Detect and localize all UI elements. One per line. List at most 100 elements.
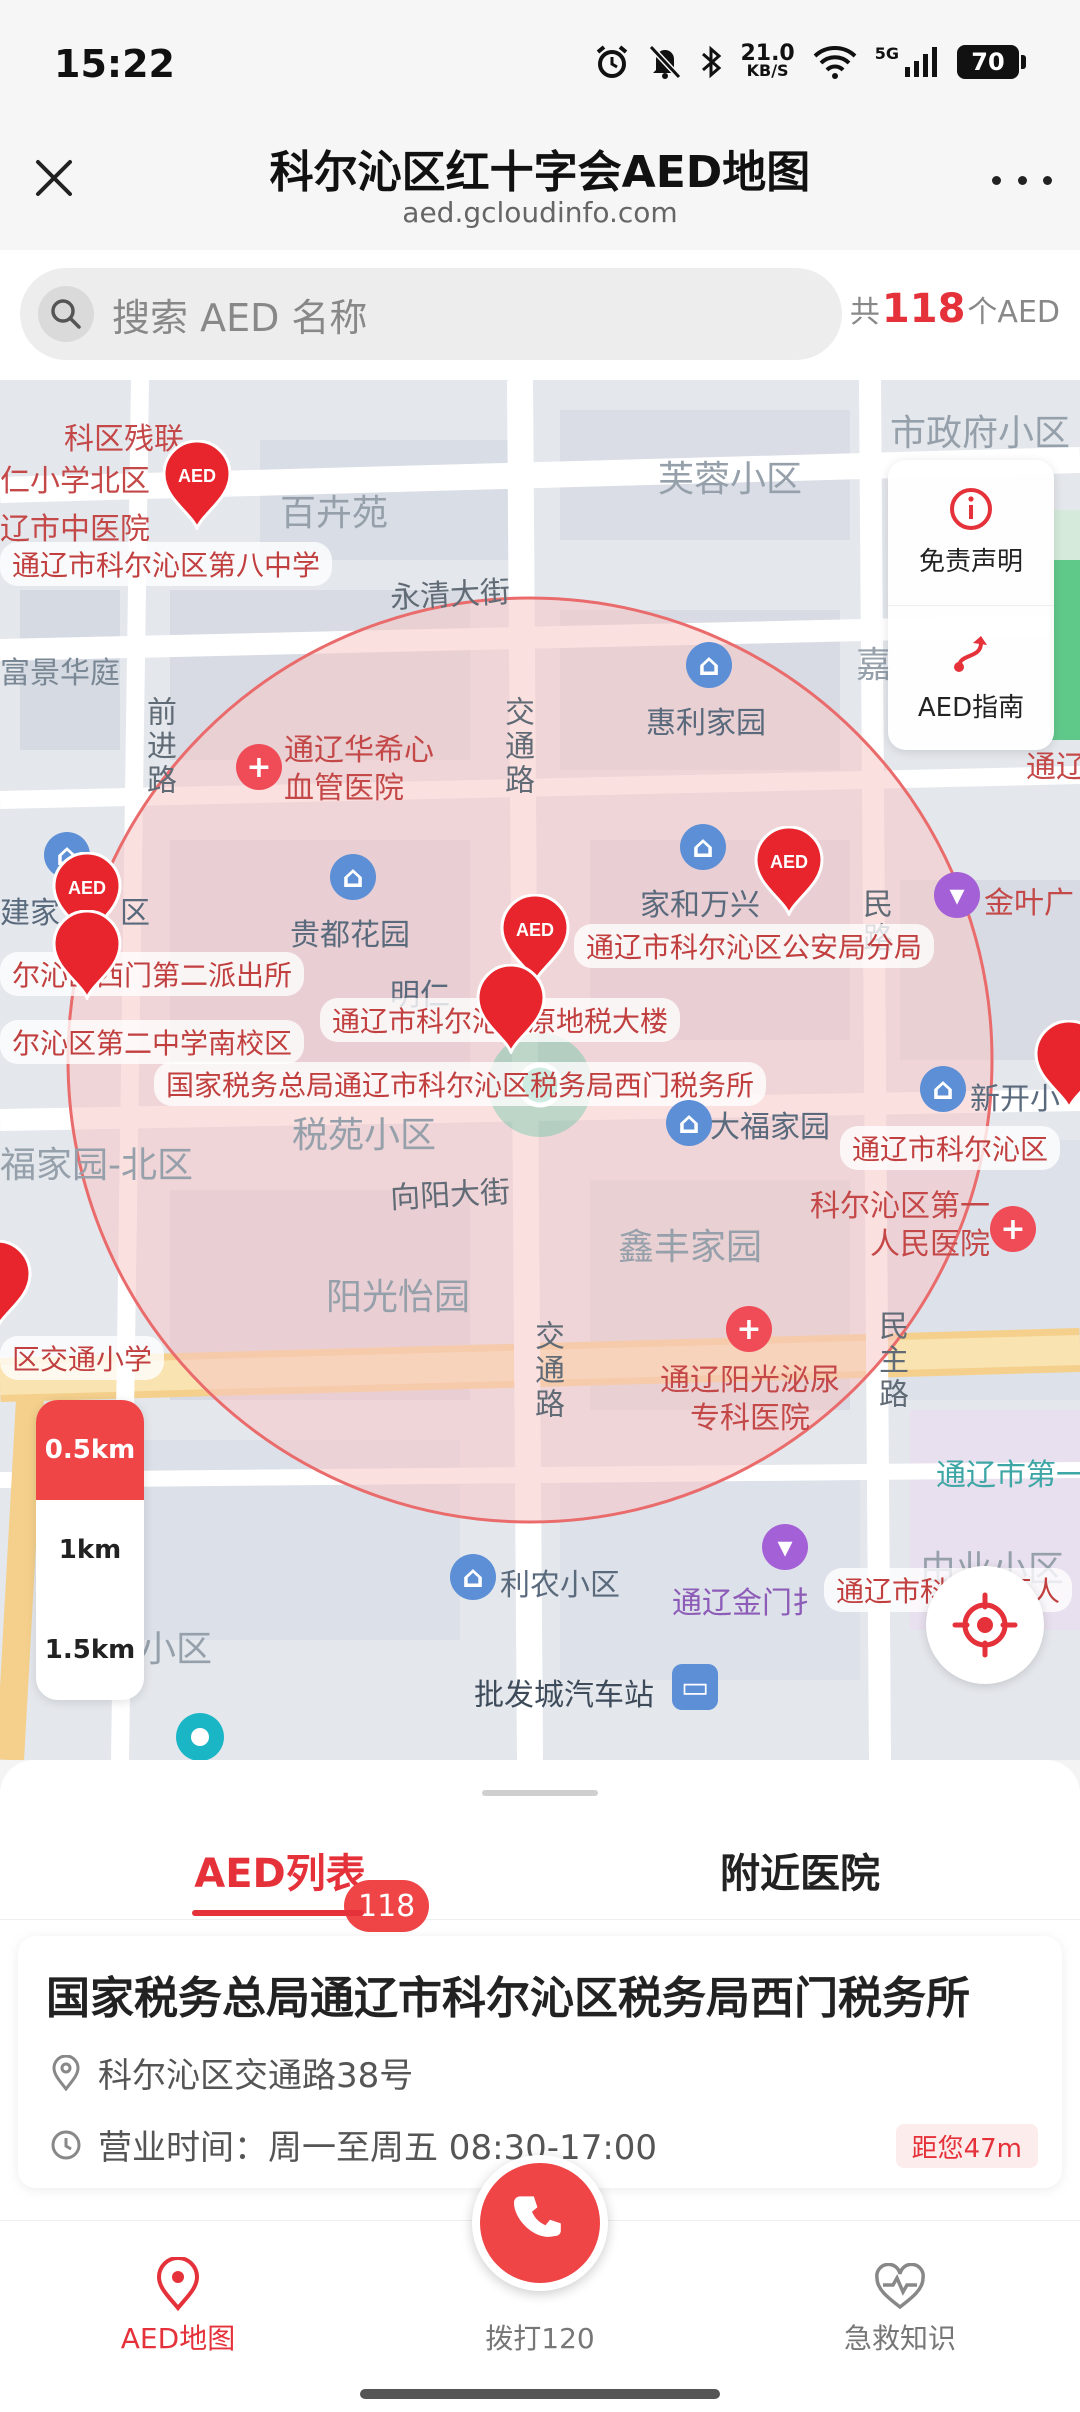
shop-icon: ▾ bbox=[762, 1524, 808, 1570]
map-label: 嘉 bbox=[856, 645, 893, 686]
map-road-label: 交通路 bbox=[499, 696, 534, 798]
aed-count-badge: 118 bbox=[344, 1880, 430, 1932]
tab-nearby-hospitals[interactable]: 附近医院 bbox=[700, 1820, 900, 1920]
poi-residential-icon: ⌂ bbox=[450, 1554, 496, 1600]
aed-guide-button[interactable]: AED指南 bbox=[888, 605, 1054, 750]
map-label: 鑫丰家园 bbox=[618, 1227, 763, 1268]
map-label: 利农小区 bbox=[500, 1568, 620, 1603]
map-side-panel: 免责声明 AED指南 bbox=[888, 460, 1054, 750]
aed-item-name: 国家税务总局通辽市科尔沁区税务局西门税务所 bbox=[46, 1973, 970, 2024]
aed-pin-label: AED bbox=[770, 852, 808, 872]
disclaimer-label: 免责声明 bbox=[918, 547, 1023, 577]
home-indicator[interactable] bbox=[360, 2389, 720, 2399]
locate-button[interactable] bbox=[926, 1566, 1044, 1684]
map-label: 百卉苑 bbox=[280, 493, 389, 534]
disclaimer-button[interactable]: 免责声明 bbox=[888, 460, 1054, 605]
hospital-icon: + bbox=[726, 1306, 772, 1352]
map-label: 金叶广 bbox=[984, 886, 1074, 921]
more-button[interactable] bbox=[992, 160, 1052, 200]
map-road-label: 民主路 bbox=[873, 1310, 908, 1412]
poi-residential-icon: ⌂ bbox=[666, 1100, 712, 1146]
bus-station-icon: ▭ bbox=[672, 1664, 718, 1710]
status-time: 15:22 bbox=[54, 42, 175, 86]
net-speed: 21.0 KB/S bbox=[740, 43, 794, 80]
hospital-icon: + bbox=[990, 1206, 1036, 1252]
range-option-1km[interactable]: 1km bbox=[36, 1500, 144, 1600]
range-option-0-5km[interactable]: 0.5km bbox=[36, 1400, 144, 1500]
sheet-tabs: AED列表 附近医院 118 bbox=[0, 1820, 1080, 1932]
route-icon bbox=[954, 635, 987, 672]
map-label: 仁小学北区 bbox=[0, 464, 150, 499]
poi-residential-icon: ⌂ bbox=[680, 824, 726, 870]
map-label: 通辽华希心血管医院 bbox=[284, 733, 434, 806]
aed-count-prefix: 共 bbox=[849, 295, 880, 330]
map-road-label: 交通路 bbox=[529, 1320, 564, 1422]
title-bar: 科尔沁区红十字会AED地图 aed.gcloudinfo.com bbox=[0, 130, 1080, 250]
poi-residential-icon: ⌂ bbox=[686, 642, 732, 688]
aed-bottom-sheet: AED列表 附近医院 118 国家税务总局通辽市科尔沁区税务局西门税务所 科尔沁… bbox=[0, 1760, 1080, 2220]
map-label: 大福家园 bbox=[710, 1110, 830, 1145]
map-road-label: 向阳大街 bbox=[389, 1174, 512, 1217]
status-bar: 15:22 21.0 KB/S 5G 70 bbox=[0, 0, 1080, 130]
map-label: 通辽市第一 bbox=[936, 1458, 1080, 1493]
heartbeat-icon bbox=[875, 2263, 925, 2310]
aed-pin-icon[interactable] bbox=[1032, 1020, 1080, 1110]
status-icons: 21.0 KB/S 5G 70 bbox=[594, 43, 1026, 80]
map-label: 税苑小区 bbox=[292, 1115, 437, 1156]
map-aed-label: 通辽市科尔沁区 bbox=[840, 1126, 1061, 1170]
clock-icon bbox=[46, 2125, 86, 2165]
map-label: 芙蓉小区 bbox=[658, 459, 803, 500]
info-icon bbox=[950, 488, 992, 530]
map-aed-label: 区交通小学 bbox=[0, 1336, 165, 1380]
range-selector: 0.5km 1km 1.5km bbox=[36, 1400, 144, 1700]
search-row: 搜索 AED 名称 共 118 个AED bbox=[0, 250, 1080, 380]
map-aed-label: 国家税务总局通辽市科尔沁区税务局西门税务所 bbox=[154, 1062, 767, 1106]
tab-aed-list[interactable]: AED列表 bbox=[190, 1820, 370, 1920]
network-type: 5G bbox=[874, 43, 899, 63]
net-speed-unit: KB/S bbox=[746, 61, 789, 80]
map-road-label: 前进路 bbox=[141, 696, 176, 798]
nav-knowledge-label: 急救知识 bbox=[843, 2322, 956, 2355]
nav-call-120[interactable]: 拨打120 bbox=[410, 2237, 670, 2357]
wifi-icon bbox=[813, 46, 857, 79]
aed-item-address-row: 科尔沁区交通路38号 bbox=[46, 2048, 413, 2097]
aed-pin-label: AED bbox=[68, 878, 106, 898]
map-aed-label: 尔沁区西门第二派出所 bbox=[0, 952, 305, 996]
page-url: aed.gcloudinfo.com bbox=[402, 196, 678, 229]
aed-guide-label: AED指南 bbox=[917, 692, 1025, 723]
range-option-1-5km[interactable]: 1.5km bbox=[36, 1600, 144, 1700]
active-tab-indicator bbox=[192, 1910, 364, 1916]
distance-badge: 距您47m bbox=[895, 2124, 1038, 2168]
aed-pin-label: AED bbox=[178, 466, 216, 486]
map-label: 惠利家园 bbox=[646, 706, 766, 741]
nav-first-aid-knowledge[interactable]: 急救知识 bbox=[770, 2237, 1030, 2357]
map-label: 阳光怡园 bbox=[326, 1277, 471, 1318]
aed-pin-icon[interactable] bbox=[474, 964, 548, 1054]
map-label: 家和万兴 bbox=[640, 888, 760, 923]
map-label: 通辽阳光泌尿专科医院 bbox=[660, 1363, 840, 1436]
map-road-label: 永清大街 bbox=[389, 574, 512, 617]
signal-icon bbox=[905, 47, 937, 77]
aed-pin-icon[interactable]: AED bbox=[752, 826, 826, 916]
aed-pin-icon[interactable] bbox=[0, 1240, 34, 1330]
alarm-icon bbox=[597, 45, 628, 78]
search-placeholder: 搜索 AED 名称 bbox=[112, 295, 368, 340]
map-label: 批发城汽车站 bbox=[474, 1678, 654, 1713]
drag-handle[interactable] bbox=[482, 1790, 598, 1796]
map-view[interactable]: 科区残联 仁小学北区 辽市中医院 通辽市科尔沁区第八中学 百卉苑 芙蓉小区 市政… bbox=[0, 380, 1080, 1760]
search-input[interactable]: 搜索 AED 名称 bbox=[20, 268, 842, 360]
aed-pin-icon[interactable]: AED bbox=[160, 440, 234, 530]
map-aed-label: 尔沁区第二中学南校区 bbox=[0, 1020, 305, 1064]
nav-aed-map-label: AED地图 bbox=[120, 2322, 236, 2355]
bluetooth-icon bbox=[702, 45, 722, 79]
map-label: 通辽金门扌 bbox=[672, 1586, 822, 1621]
aed-count: 共 118 个AED bbox=[850, 286, 1060, 332]
map-label: 富景华庭 bbox=[0, 656, 120, 691]
nav-aed-map[interactable]: AED地图 bbox=[48, 2237, 308, 2357]
map-label: 区 bbox=[120, 896, 150, 931]
aed-pin-icon[interactable] bbox=[50, 910, 124, 1000]
aed-list-item[interactable]: 国家税务总局通辽市科尔沁区税务局西门税务所 科尔沁区交通路38号 营业时间：周一… bbox=[18, 1936, 1062, 2188]
map-pin-icon bbox=[156, 2257, 200, 2311]
map-label: 市政府小区 bbox=[890, 413, 1071, 454]
aed-item-hours: 营业时间：周一至周五 08:30-17:00 bbox=[98, 2128, 658, 2168]
